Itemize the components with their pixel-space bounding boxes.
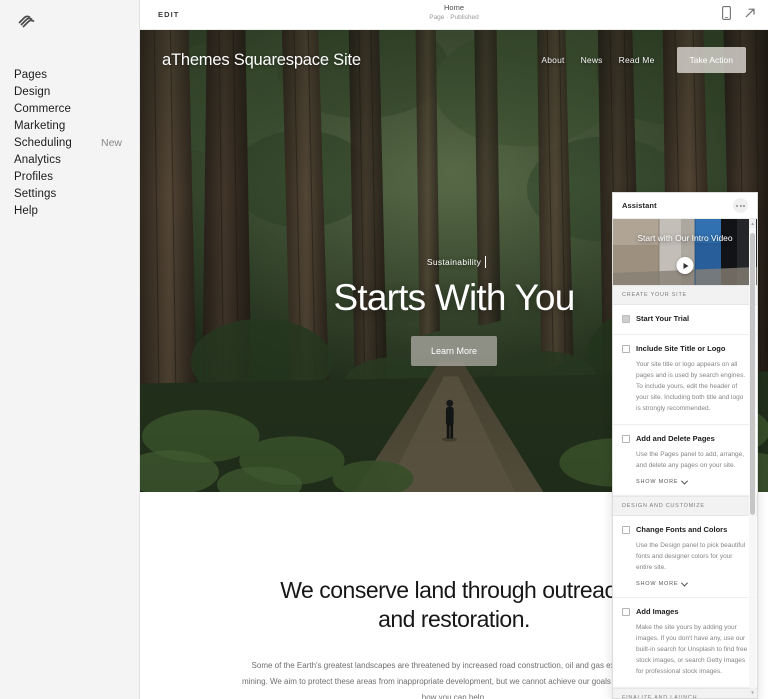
assistant-task-title: Add Images [636, 607, 679, 616]
learn-more-button[interactable]: Learn More [410, 336, 498, 366]
mobile-preview-icon[interactable] [722, 5, 731, 25]
assistant-task-site-title-logo[interactable]: Include Site Title or Logo Your site tit… [613, 335, 757, 425]
sidebar-item-settings[interactable]: Settings [0, 185, 139, 202]
assistant-task-add-images[interactable]: Add Images Make the site yours by adding… [613, 598, 757, 688]
assistant-panel-title: Assistant [622, 201, 657, 210]
assistant-task-title: Start Your Trial [636, 314, 690, 323]
sidebar-item-profiles[interactable]: Profiles [0, 168, 139, 185]
sidebar-item-label: Marketing [14, 119, 66, 132]
sidebar-item-marketing[interactable]: Marketing [0, 117, 139, 134]
checkbox-add-delete-pages[interactable] [622, 435, 630, 443]
editor-area: EDIT Home Page · Published aThemes Squar… [140, 0, 768, 699]
play-icon[interactable] [676, 257, 694, 274]
scroll-up-arrow-icon[interactable]: ▴ [749, 219, 756, 228]
sidebar-item-label: Commerce [14, 102, 72, 115]
assistant-section-heading-finalize: FINALIZE AND LAUNCH [613, 688, 757, 698]
edit-button[interactable]: EDIT [158, 10, 179, 19]
open-external-icon[interactable] [744, 6, 756, 24]
sidebar-nav-list: Pages Design Commerce Marketing Scheduli… [0, 66, 139, 219]
sidebar-item-label: Help [14, 204, 39, 217]
sidebar-item-label: Analytics [14, 153, 61, 166]
page-status: Page · Published [429, 14, 479, 21]
assistant-task-add-delete-pages[interactable]: Add and Delete Pages Use the Pages panel… [613, 425, 757, 496]
main-sidebar: Pages Design Commerce Marketing Scheduli… [0, 0, 140, 699]
assistant-panel-scrollbar[interactable]: ▴ ▾ [749, 219, 756, 697]
site-nav-link-read-me[interactable]: Read Me [619, 55, 655, 65]
intro-video-thumbnail [613, 219, 757, 285]
more-options-icon[interactable] [733, 198, 748, 213]
assistant-panel: Assistant Start with Our Intro Video CRE… [612, 192, 758, 699]
sidebar-item-scheduling[interactable]: Scheduling New [0, 134, 139, 151]
sidebar-item-pages[interactable]: Pages [0, 66, 139, 83]
sidebar-item-label: Pages [14, 68, 48, 81]
sidebar-item-badge: New [100, 136, 122, 149]
assistant-task-title: Include Site Title or Logo [636, 344, 726, 353]
assistant-panel-scroll-area: Start with Our Intro Video CREATE YOUR S… [613, 219, 757, 698]
scrollbar-thumb[interactable] [750, 233, 755, 515]
checkbox-site-title-logo[interactable] [622, 345, 630, 353]
assistant-section-heading-design: DESIGN AND CUSTOMIZE [613, 496, 757, 516]
sidebar-item-analytics[interactable]: Analytics [0, 151, 139, 168]
site-navigation: About News Read Me Take Action [541, 47, 746, 73]
squarespace-editor-window: Pages Design Commerce Marketing Scheduli… [0, 0, 768, 699]
show-more-button[interactable]: SHOW MORE [636, 579, 748, 587]
sidebar-item-label: Design [14, 85, 51, 98]
scroll-down-arrow-icon[interactable]: ▾ [749, 688, 756, 697]
show-more-label: SHOW MORE [636, 479, 679, 485]
hero-eyebrow[interactable]: Sustainability [427, 256, 487, 268]
assistant-panel-header: Assistant [613, 193, 757, 219]
body-heading[interactable]: We conserve land through outreach and re… [274, 576, 634, 634]
sidebar-item-commerce[interactable]: Commerce [0, 100, 139, 117]
page-status-block: Home Page · Published [140, 3, 768, 23]
intro-video-label: Start with Our Intro Video [637, 233, 733, 243]
sidebar-item-label: Settings [14, 187, 57, 200]
site-nav-link-news[interactable]: News [581, 55, 603, 65]
sidebar-item-label: Scheduling [14, 136, 72, 149]
show-more-button[interactable]: SHOW MORE [636, 477, 748, 485]
assistant-task-description: Use the Pages panel to add, arrange, and… [636, 451, 745, 469]
assistant-task-title: Change Fonts and Colors [636, 525, 728, 534]
editor-topbar: EDIT Home Page · Published [140, 0, 768, 30]
chevron-down-icon [681, 579, 689, 587]
assistant-task-description: Your site title or logo appears on all p… [636, 361, 746, 412]
checkbox-start-trial[interactable] [622, 315, 630, 323]
site-header: aThemes Squarespace Site About News Read… [140, 30, 768, 90]
show-more-label: SHOW MORE [636, 581, 679, 587]
chevron-down-icon [681, 477, 689, 485]
assistant-task-start-trial[interactable]: Start Your Trial [613, 305, 757, 335]
sidebar-item-label: Profiles [14, 170, 54, 183]
sidebar-item-help[interactable]: Help [0, 202, 139, 219]
checkbox-fonts-colors[interactable] [622, 526, 630, 534]
assistant-task-description: Use the Design panel to pick beautiful f… [636, 542, 746, 571]
body-paragraph[interactable]: Some of the Earth's greatest landscapes … [239, 658, 669, 699]
site-title[interactable]: aThemes Squarespace Site [162, 51, 361, 70]
squarespace-logo-icon[interactable] [16, 12, 38, 30]
checkbox-add-images[interactable] [622, 608, 630, 616]
page-title: Home [443, 3, 464, 12]
take-action-button[interactable]: Take Action [676, 47, 746, 73]
sidebar-item-design[interactable]: Design [0, 83, 139, 100]
assistant-task-description: Make the site yours by adding your image… [636, 624, 748, 675]
topbar-icon-group [722, 0, 756, 30]
assistant-task-title: Add and Delete Pages [636, 434, 715, 443]
intro-video-card[interactable]: Start with Our Intro Video [613, 219, 757, 285]
site-nav-link-about[interactable]: About [541, 55, 564, 65]
assistant-section-heading-create: CREATE YOUR SITE [613, 285, 757, 305]
assistant-task-fonts-colors[interactable]: Change Fonts and Colors Use the Design p… [613, 516, 757, 598]
